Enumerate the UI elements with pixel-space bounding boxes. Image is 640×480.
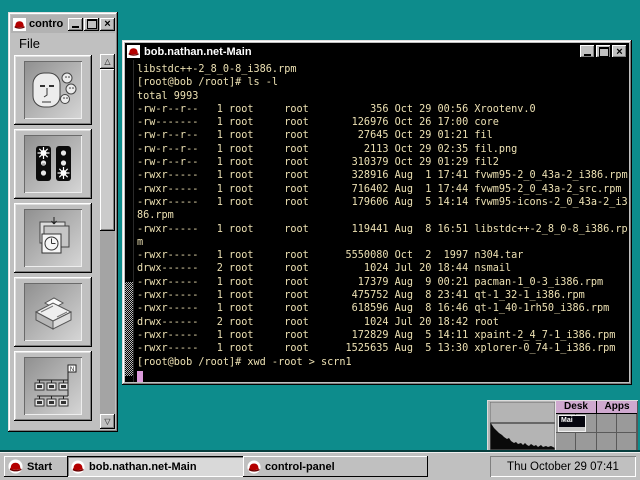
terminal-output: libstdc++-2_8_0-8_i386.rpm [root@bob /ro…	[137, 63, 629, 369]
pager-cell[interactable]	[576, 433, 596, 452]
terminal-screen[interactable]: libstdc++-2_8_0-8_i386.rpm [root@bob /ro…	[125, 60, 629, 382]
pager-cell-current[interactable]: Mai	[556, 414, 576, 433]
task-label: bob.nathan.net-Main	[89, 461, 197, 473]
panel-button-users[interactable]	[14, 55, 92, 125]
terminal-scrollbar-thumb[interactable]	[125, 282, 133, 375]
control-panel-title: contro	[29, 18, 67, 30]
panel-button-datetime[interactable]	[14, 203, 92, 273]
maximize-button[interactable]	[596, 45, 611, 58]
redhat-icon	[127, 45, 140, 58]
control-panel-body: o	[11, 54, 115, 429]
control-panel-menubar: File	[11, 33, 115, 54]
desktop: contro × File	[0, 0, 640, 480]
terminal-text-area: libstdc++-2_8_0-8_i386.rpm [root@bob /ro…	[137, 63, 629, 382]
pager-cell[interactable]	[597, 414, 617, 433]
taskbar-task-terminal[interactable]: bob.nathan.net-Main	[67, 456, 247, 477]
redhat-icon	[247, 460, 261, 474]
scrollbar-thumb[interactable]	[100, 69, 115, 231]
panel-button-network[interactable]: N	[14, 351, 92, 421]
close-button[interactable]: ×	[612, 45, 627, 58]
pager-desk-label[interactable]: Desk	[556, 401, 597, 413]
taskbar: Start bob.nathan.net-Main control-panel …	[0, 452, 640, 480]
scroll-down-icon[interactable]: ▽	[100, 414, 115, 429]
minimize-button[interactable]	[68, 18, 83, 31]
indicator-lights-icon: o	[24, 135, 82, 193]
printer-icon	[24, 283, 82, 341]
pager-cell[interactable]	[556, 433, 576, 452]
terminal-scrollbar[interactable]	[125, 60, 134, 382]
terminal-window: bob.nathan.net-Main × libstdc++-2_8_0-8_…	[122, 40, 632, 385]
redhat-icon	[8, 459, 23, 474]
start-button[interactable]: Start	[4, 456, 70, 477]
pager-cell[interactable]	[576, 414, 596, 433]
date-time-icon	[24, 209, 82, 267]
pager-header: Desk Apps	[556, 401, 637, 414]
redhat-icon	[13, 18, 26, 31]
scrollbar-trough[interactable]	[100, 231, 115, 414]
menu-file[interactable]: File	[11, 36, 40, 51]
control-panel-icon-list: o	[13, 54, 99, 429]
control-panel-titlebar[interactable]: contro ×	[11, 15, 115, 33]
redhat-icon	[71, 460, 85, 474]
task-label: control-panel	[265, 461, 335, 473]
taskbar-task-control-panel[interactable]: control-panel	[243, 456, 428, 477]
start-label: Start	[27, 461, 52, 473]
scroll-up-icon[interactable]: △	[100, 54, 115, 69]
maximize-button[interactable]	[84, 18, 99, 31]
taskbar-clock: Thu October 29 07:41	[490, 456, 636, 477]
pager-cell[interactable]	[617, 414, 637, 433]
pager-grid: Mai	[556, 414, 637, 451]
pager-cell[interactable]	[617, 433, 637, 452]
pager-apps-label[interactable]: Apps	[597, 401, 637, 413]
terminal-titlebar[interactable]: bob.nathan.net-Main ×	[125, 43, 629, 60]
svg-text:N: N	[70, 367, 74, 373]
pager-cell[interactable]	[597, 433, 617, 452]
terminal-cursor	[137, 371, 143, 382]
terminal-title: bob.nathan.net-Main	[144, 46, 579, 58]
close-button[interactable]: ×	[100, 18, 115, 31]
control-panel-window: contro × File	[8, 12, 118, 432]
minimize-button[interactable]	[580, 45, 595, 58]
panel-button-printer[interactable]	[14, 277, 92, 347]
control-panel-scrollbar[interactable]: △ ▽	[100, 54, 115, 429]
load-monitor	[490, 402, 555, 450]
panel-button-services[interactable]: o	[14, 129, 92, 199]
network-icon: N	[24, 357, 82, 415]
monitor-pager-dock: Desk Apps Mai	[487, 400, 638, 452]
users-icon	[24, 61, 82, 119]
desktop-pager: Desk Apps Mai	[555, 401, 637, 451]
